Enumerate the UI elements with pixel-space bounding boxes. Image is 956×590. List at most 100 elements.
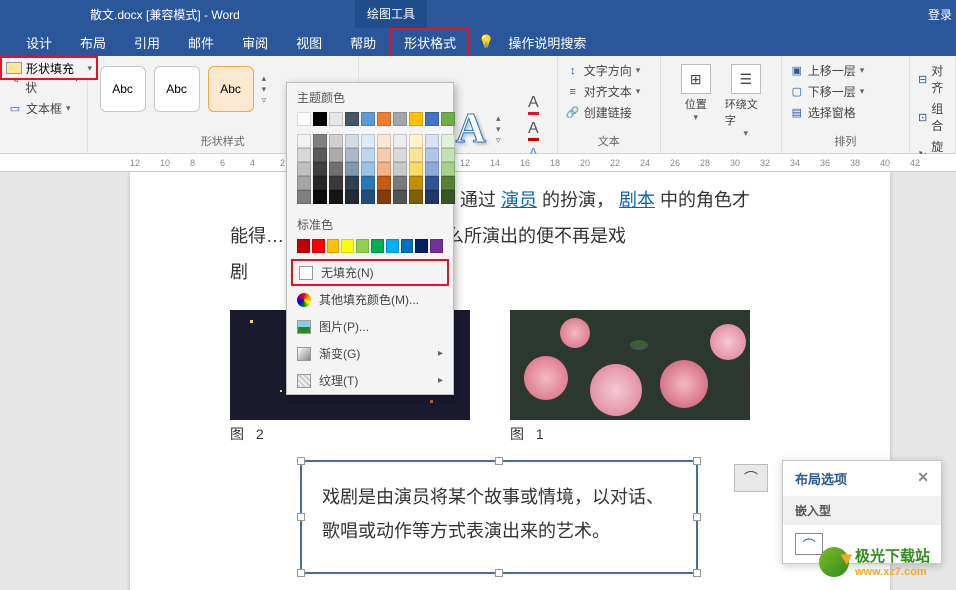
color-swatch[interactable]: [361, 112, 375, 126]
align-text-button[interactable]: ≡对齐文本 ▾: [566, 81, 652, 102]
hyperlink-actor[interactable]: 演员: [501, 190, 537, 210]
color-swatch[interactable]: [377, 176, 391, 190]
tell-me-search[interactable]: 操作说明搜索: [502, 28, 592, 57]
color-swatch[interactable]: [409, 134, 423, 148]
color-swatch[interactable]: [425, 134, 439, 148]
resize-handle-se[interactable]: [693, 569, 701, 577]
gradient-fill-item[interactable]: 渐变(G) ▸: [287, 340, 453, 367]
login-button[interactable]: 登录: [928, 6, 952, 23]
color-swatch[interactable]: [377, 190, 391, 204]
shape-preset-3[interactable]: Abc: [208, 66, 254, 112]
color-swatch[interactable]: [361, 148, 375, 162]
color-swatch[interactable]: [377, 148, 391, 162]
tab-design[interactable]: 设计: [12, 28, 66, 57]
align-button[interactable]: ⊟对齐: [918, 60, 947, 98]
color-swatch[interactable]: [313, 162, 327, 176]
color-swatch[interactable]: [297, 148, 311, 162]
shape-fill-button[interactable]: 形状填充 ▾: [0, 56, 98, 80]
color-swatch[interactable]: [329, 190, 343, 204]
tab-help[interactable]: 帮助: [336, 28, 390, 57]
color-swatch[interactable]: [425, 190, 439, 204]
color-swatch[interactable]: [377, 162, 391, 176]
resize-handle-nw[interactable]: [297, 457, 305, 465]
tab-mail[interactable]: 邮件: [174, 28, 228, 57]
resize-handle-ne[interactable]: [693, 457, 701, 465]
tab-shape-format[interactable]: 形状格式: [390, 28, 470, 57]
color-swatch[interactable]: [327, 239, 340, 253]
position-button[interactable]: ⊞ 位置▾: [675, 64, 717, 139]
shape-preset-2[interactable]: Abc: [154, 66, 200, 112]
color-swatch[interactable]: [345, 190, 359, 204]
color-swatch[interactable]: [297, 239, 310, 253]
color-swatch[interactable]: [441, 190, 455, 204]
bring-forward-button[interactable]: ▣上移一层 ▾: [790, 60, 901, 81]
tab-layout[interactable]: 布局: [66, 28, 120, 57]
no-fill-item[interactable]: 无填充(N): [291, 259, 449, 286]
color-swatch[interactable]: [441, 176, 455, 190]
color-swatch[interactable]: [425, 162, 439, 176]
color-swatch[interactable]: [393, 162, 407, 176]
color-swatch[interactable]: [345, 112, 359, 126]
resize-handle-sw[interactable]: [297, 569, 305, 577]
color-swatch[interactable]: [297, 190, 311, 204]
color-swatch[interactable]: [329, 176, 343, 190]
color-swatch[interactable]: [393, 176, 407, 190]
color-swatch[interactable]: [356, 239, 369, 253]
texture-fill-item[interactable]: 纹理(T) ▸: [287, 367, 453, 394]
resize-handle-w[interactable]: [297, 513, 305, 521]
color-swatch[interactable]: [345, 134, 359, 148]
color-swatch[interactable]: [329, 162, 343, 176]
color-swatch[interactable]: [401, 239, 414, 253]
color-swatch[interactable]: [377, 134, 391, 148]
figure-2[interactable]: 图 1: [510, 310, 750, 444]
tab-reference[interactable]: 引用: [120, 28, 174, 57]
color-swatch[interactable]: [297, 112, 311, 126]
color-swatch[interactable]: [313, 112, 327, 126]
color-swatch[interactable]: [329, 148, 343, 162]
color-swatch[interactable]: [425, 176, 439, 190]
tab-review[interactable]: 审阅: [228, 28, 282, 57]
resize-handle-n[interactable]: [495, 457, 503, 465]
color-swatch[interactable]: [386, 239, 399, 253]
color-swatch[interactable]: [409, 190, 423, 204]
color-swatch[interactable]: [313, 176, 327, 190]
text-outline-icon[interactable]: A: [528, 120, 539, 141]
color-swatch[interactable]: [345, 148, 359, 162]
color-swatch[interactable]: [313, 148, 327, 162]
color-swatch[interactable]: [371, 239, 384, 253]
text-box-button[interactable]: ▭ 文本框 ▾: [8, 98, 79, 119]
color-swatch[interactable]: [297, 134, 311, 148]
color-swatch[interactable]: [377, 112, 391, 126]
color-swatch[interactable]: [430, 239, 443, 253]
color-swatch[interactable]: [297, 162, 311, 176]
color-swatch[interactable]: [313, 134, 327, 148]
color-swatch[interactable]: [313, 190, 327, 204]
send-backward-button[interactable]: ▢下移一层 ▾: [790, 81, 901, 102]
layout-options-badge[interactable]: ⌒: [734, 464, 768, 492]
group-button[interactable]: ⊡组合: [918, 98, 947, 136]
selected-textbox-shape[interactable]: 戏剧是由演员将某个故事或情境，以对话、歌唱或动作等方式表演出来的艺术。: [300, 460, 698, 574]
color-swatch[interactable]: [361, 190, 375, 204]
wordart-preset-3[interactable]: A: [456, 105, 486, 153]
shape-gallery-more[interactable]: ▴▾▿: [262, 73, 276, 106]
color-swatch[interactable]: [345, 162, 359, 176]
wordart-gallery-more[interactable]: ▴▾▿: [496, 113, 510, 146]
text-fill-icon[interactable]: A: [528, 94, 539, 115]
color-swatch[interactable]: [415, 239, 428, 253]
color-swatch[interactable]: [409, 162, 423, 176]
color-swatch[interactable]: [361, 176, 375, 190]
close-icon[interactable]: ✕: [917, 469, 929, 488]
color-swatch[interactable]: [393, 190, 407, 204]
text-direction-button[interactable]: ↕文字方向 ▾: [566, 60, 652, 81]
selection-pane-button[interactable]: ▤选择窗格: [790, 102, 901, 123]
color-swatch[interactable]: [425, 148, 439, 162]
picture-fill-item[interactable]: 图片(P)...: [287, 313, 453, 340]
color-swatch[interactable]: [361, 162, 375, 176]
color-swatch[interactable]: [312, 239, 325, 253]
hyperlink-script[interactable]: 剧本: [619, 190, 655, 210]
color-swatch[interactable]: [441, 112, 455, 126]
color-swatch[interactable]: [441, 162, 455, 176]
color-swatch[interactable]: [393, 134, 407, 148]
color-swatch[interactable]: [297, 176, 311, 190]
color-swatch[interactable]: [425, 112, 439, 126]
